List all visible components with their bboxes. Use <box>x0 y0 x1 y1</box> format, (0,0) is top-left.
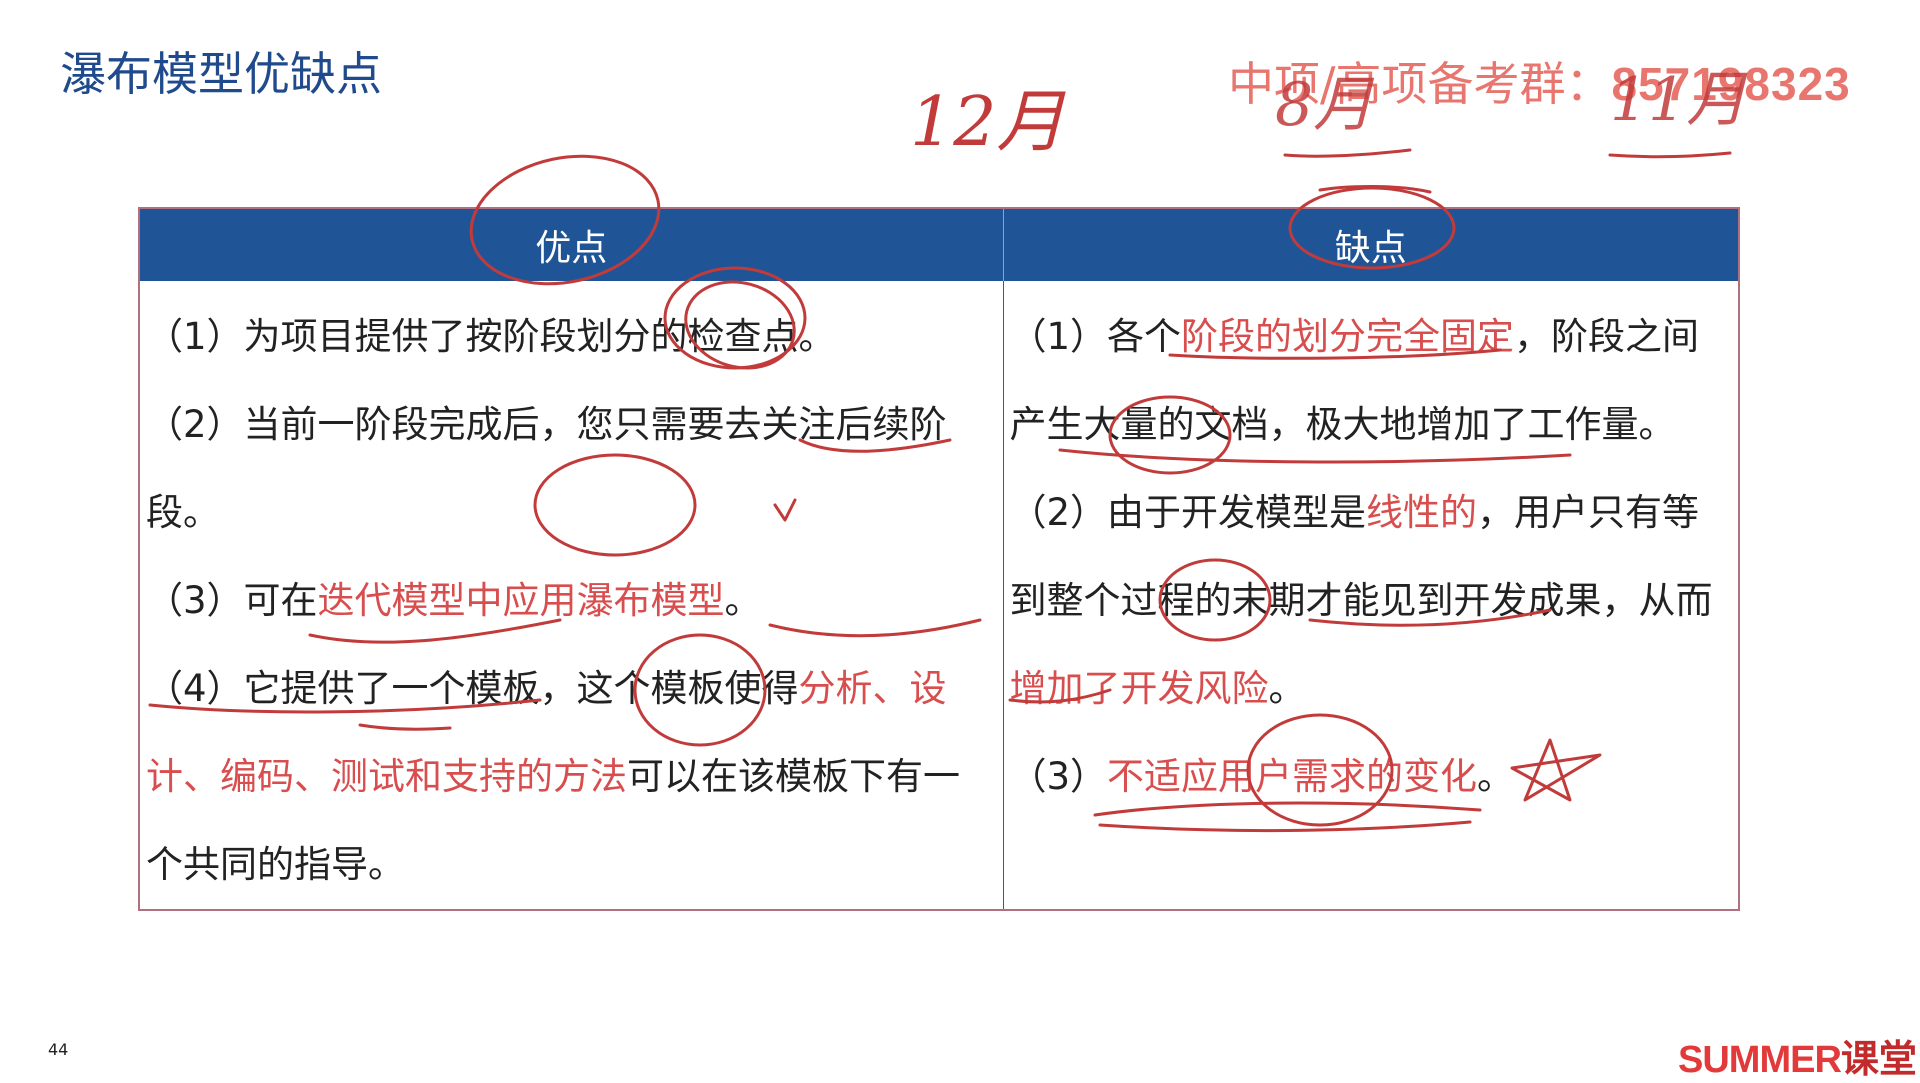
cons-cell: （1）各个阶段的划分完全固定，阶段之间产生大量的文档，极大地增加了工作量。 （2… <box>1003 281 1740 910</box>
cons-item-2-highlight-a: 线性的 <box>1366 491 1478 534</box>
pros-item-3: （3）可在迭代模型中应用瀑布模型。 <box>146 579 762 622</box>
page-number: 44 <box>48 1040 69 1059</box>
table-header-row: 优点 缺点 <box>139 208 1740 281</box>
cons-item-2: （2）由于开发模型是线性的，用户只有等到整个过程的末期才能见到开发成果，从而增加… <box>1009 491 1713 710</box>
study-group-info: 中项/高项备考群：857198323 <box>1228 48 1851 114</box>
table-body-row: （1）为项目提供了按阶段划分的检查点。 （2）当前一阶段完成后，您只需要去关注后… <box>139 281 1740 910</box>
date-underline-extra <box>1318 184 1432 194</box>
pros-item-1: （1）为项目提供了按阶段划分的检查点。 <box>146 315 836 358</box>
cons-item-2-highlight-b: 增加了开发风险 <box>1009 667 1269 710</box>
header-pros: 优点 <box>139 208 1004 281</box>
cons-item-3-highlight: 不适应用户需求的变化 <box>1107 755 1478 798</box>
study-group-number: 857198323 <box>1611 58 1851 110</box>
brand-logo-en: SUMMER <box>1678 1039 1842 1081</box>
pros-item-4: （4）它提供了一个模板，这个模板使得分析、设计、编码、测试和支持的方法可以在该模… <box>146 667 960 886</box>
pros-item-3-highlight: 迭代模型中应用瀑布模型 <box>317 579 725 622</box>
brand-logo-cn: 课堂 <box>1840 1037 1917 1081</box>
pros-cons-table: 优点 缺点 （1）为项目提供了按阶段划分的检查点。 （2）当前一阶段完成后，您只… <box>138 207 1740 911</box>
study-group-label: 中项/高项备考群： <box>1228 57 1612 111</box>
date-underline-3 <box>1608 151 1732 159</box>
cons-item-1: （1）各个阶段的划分完全固定，阶段之间产生大量的文档，极大地增加了工作量。 <box>1009 315 1700 446</box>
cons-item-3: （3）不适应用户需求的变化。 <box>1009 755 1515 798</box>
pros-item-2: （2）当前一阶段完成后，您只需要去关注后续阶段。 <box>146 403 947 534</box>
handwritten-date-1: 12月 <box>910 83 1067 162</box>
brand-logo: SUMMER课堂 <box>1678 1028 1917 1083</box>
header-cons: 缺点 <box>1003 208 1740 281</box>
slide-title: 瀑布模型优缺点 <box>60 47 382 101</box>
date-underline-2 <box>1283 148 1412 158</box>
pros-item-4-highlight-b: 编码、测试和支持的方法 <box>220 755 627 798</box>
cons-item-1-highlight: 阶段的划分完全固定 <box>1181 315 1515 358</box>
pros-cell: （1）为项目提供了按阶段划分的检查点。 （2）当前一阶段完成后，您只需要去关注后… <box>139 281 1004 910</box>
